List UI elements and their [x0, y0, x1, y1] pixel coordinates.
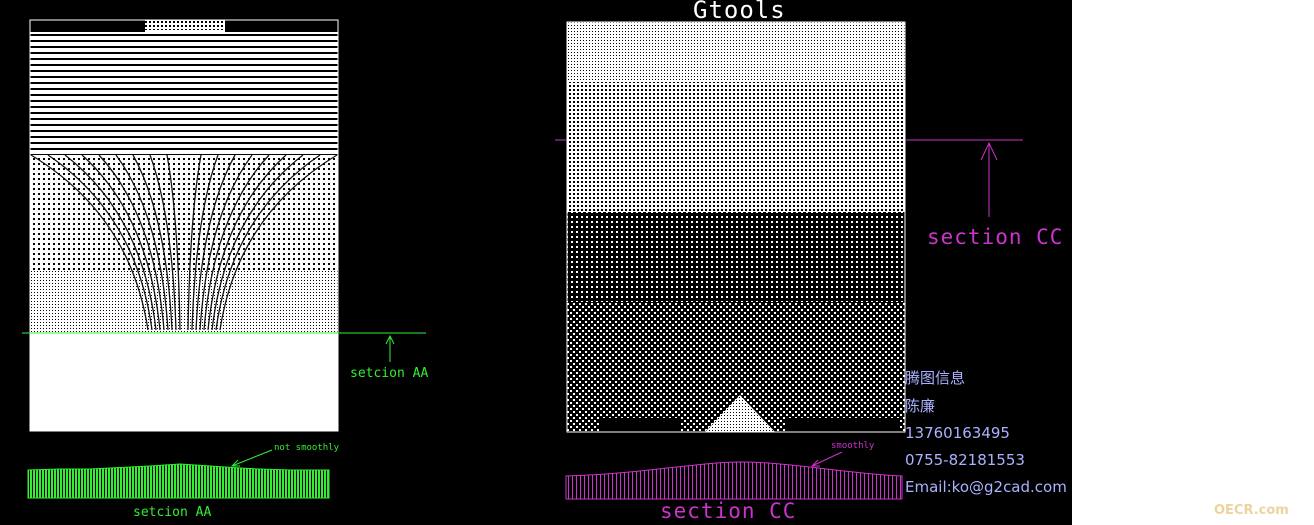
cad-drawing	[22, 19, 1023, 500]
right-section-label: section CC	[927, 225, 1064, 249]
info-email: Email:ko@g2cad.com	[905, 478, 1067, 496]
watermark-text: OECR.com	[1214, 503, 1289, 518]
left-section-arrow	[385, 334, 395, 362]
left-profile-leader	[230, 449, 273, 467]
cad-drawing-canvas: Gtools setcion AA not smoothly setcion A…	[0, 0, 1072, 525]
right-section-arrow	[980, 141, 998, 217]
right-profile-note: smoothly	[831, 441, 875, 451]
right-profile-label: section CC	[660, 499, 797, 523]
right-profile-leader	[810, 451, 843, 467]
info-mobile: 13760163495	[905, 424, 1010, 442]
left-section-label: setcion AA	[350, 366, 429, 381]
drawing-title: Gtools	[693, 0, 786, 24]
left-profile-label: setcion AA	[133, 505, 212, 520]
info-person: 陈廉	[905, 397, 936, 415]
info-company: 腾图信息	[905, 369, 966, 387]
right-point-cloud	[567, 22, 905, 432]
left-point-cloud	[30, 20, 338, 431]
info-phone: 0755-82181553	[905, 451, 1025, 469]
right-profile-fill	[565, 461, 903, 500]
left-profile-fill	[27, 463, 330, 499]
left-profile-note: not smoothly	[274, 443, 340, 453]
